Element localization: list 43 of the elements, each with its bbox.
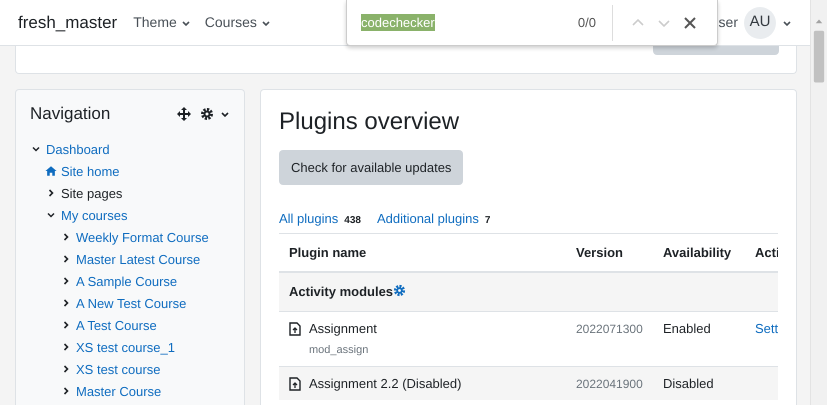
page-title: Plugins overview bbox=[279, 108, 460, 137]
tree-link[interactable]: Dashboard bbox=[46, 140, 110, 160]
plugin-name: Assignment bbox=[309, 320, 377, 338]
move-icon bbox=[176, 106, 192, 122]
tree-link[interactable]: Master Latest Course bbox=[76, 250, 200, 270]
file-upload-icon bbox=[289, 322, 301, 336]
group-title: Activity modules bbox=[289, 284, 394, 300]
version-number: 2022071300 bbox=[576, 322, 643, 336]
close-icon bbox=[683, 16, 697, 30]
tree-link[interactable]: A Test Course bbox=[76, 316, 157, 336]
tree-link[interactable]: XS test course_1 bbox=[76, 338, 175, 358]
filter-link[interactable]: All plugins bbox=[279, 211, 338, 226]
menu-dropdown[interactable]: Courses bbox=[204, 12, 271, 33]
user-avatar[interactable]: AU bbox=[744, 6, 776, 38]
availability-status: Disabled bbox=[663, 376, 714, 391]
site-name[interactable]: fresh_master bbox=[18, 10, 118, 36]
tree-link[interactable]: A New Test Course bbox=[76, 294, 186, 314]
plugin-count: 7 bbox=[484, 215, 490, 226]
settings-icon bbox=[200, 107, 214, 122]
user-name: ser bbox=[718, 13, 738, 32]
tree-link[interactable]: Weekly Format Course bbox=[76, 228, 209, 248]
match-count: 0/0 bbox=[578, 14, 596, 32]
settings-link[interactable]: Sett bbox=[755, 320, 778, 336]
tree-link[interactable]: My courses bbox=[61, 206, 128, 226]
plugin-name: Assignment 2.2 (Disabled) bbox=[309, 374, 462, 393]
block-title: Navigation bbox=[30, 104, 112, 124]
tree-link[interactable]: A Sample Course bbox=[76, 272, 178, 292]
tree-link[interactable]: Site home bbox=[61, 162, 120, 182]
version-number: 2022041900 bbox=[576, 376, 643, 391]
button[interactable] bbox=[653, 46, 779, 55]
file-upload-icon bbox=[289, 376, 301, 391]
tree-link[interactable]: Master Course bbox=[76, 382, 162, 402]
settings-icon bbox=[393, 284, 406, 298]
home-icon bbox=[45, 165, 57, 178]
check-updates-button[interactable]: Check for available updates bbox=[279, 150, 464, 186]
tree-link[interactable]: XS test course bbox=[76, 360, 161, 380]
filter-link[interactable]: Additional plugins bbox=[376, 211, 479, 226]
plugin-component: mod_assign bbox=[309, 343, 370, 358]
plugin-count: 438 bbox=[344, 215, 361, 226]
menu-dropdown[interactable]: Theme bbox=[133, 12, 191, 33]
scrollbar[interactable] bbox=[810, 0, 827, 405]
availability-status: Enabled bbox=[663, 320, 711, 336]
tree-item[interactable]: Site pages bbox=[61, 184, 122, 204]
